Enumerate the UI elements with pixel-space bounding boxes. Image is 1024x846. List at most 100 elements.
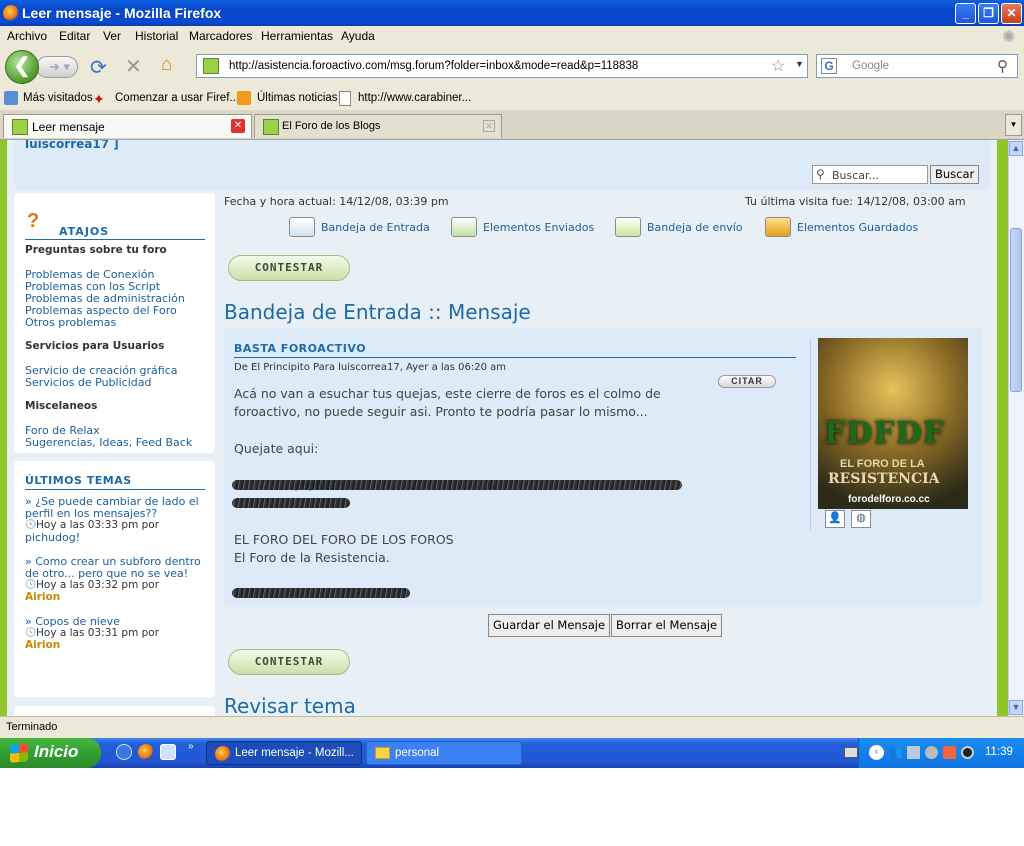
tab-leer-mensaje[interactable]: Leer mensaje ✕: [3, 114, 252, 138]
menu-ver[interactable]: Ver: [103, 29, 121, 43]
back-button[interactable]: ❮: [5, 50, 39, 84]
menu-historial[interactable]: Historial: [135, 29, 178, 43]
ultimos-title: ÚLTIMOS TEMAS: [25, 474, 132, 487]
sent-icon[interactable]: [451, 217, 477, 237]
taskbar-item-firefox[interactable]: Leer mensaje - Mozill...: [206, 741, 362, 765]
stop-icon[interactable]: ✕: [125, 54, 142, 79]
scroll-up-icon[interactable]: ▲: [1009, 141, 1023, 156]
status-text: Terminado: [6, 721, 58, 733]
inbox-icon[interactable]: [289, 217, 315, 237]
divider: [234, 357, 796, 358]
topic-user[interactable]: Airion: [25, 639, 60, 651]
start-button[interactable]: Inicio: [0, 738, 101, 768]
star-bookmark-icon[interactable]: ☆: [771, 56, 785, 76]
firefox-quicklaunch-icon[interactable]: [138, 744, 154, 760]
atajos-panel: ? ATAJOS Preguntas sobre tu foro Problem…: [14, 193, 215, 453]
title-bar: Leer mensaje - Mozilla Firefox _ ❐ ✕: [0, 0, 1024, 26]
message-line: Quejate aqui:: [234, 441, 319, 456]
forum-search-button[interactable]: Buscar: [930, 165, 980, 184]
message-meta: De El Principito Para luiscorrea17, Ayer…: [234, 362, 507, 373]
tab-foro-blogs[interactable]: El Foro de los Blogs ✕: [254, 114, 502, 138]
minimize-button[interactable]: _: [955, 3, 976, 24]
scroll-down-icon[interactable]: ▼: [1009, 700, 1023, 715]
avatar: FDFDF EL FORO DE LA RESISTENCIA forodelf…: [818, 338, 968, 509]
search-bar[interactable]: G Google ⚲: [816, 54, 1018, 78]
link-otros-problemas[interactable]: Otros problemas: [25, 316, 116, 329]
atajos-icon: ?: [27, 210, 40, 232]
tray-expand-icon[interactable]: ‹: [869, 745, 884, 760]
network-tray-icon[interactable]: [907, 746, 920, 759]
folder-saved[interactable]: Elementos Guardados: [797, 221, 918, 234]
search-icon: ⚲: [816, 167, 825, 181]
folder-inbox[interactable]: Bandeja de Entrada: [321, 221, 430, 234]
forward-button[interactable]: ➜ ▾: [36, 56, 78, 78]
menu-ayuda[interactable]: Ayuda: [341, 29, 375, 43]
section-preguntas: Preguntas sobre tu foro: [25, 244, 167, 256]
tab-list-icon[interactable]: ▼: [1005, 114, 1022, 136]
bookmark-comenzar[interactable]: Comenzar a usar Firef...: [115, 92, 239, 104]
forum-search-input[interactable]: ⚲ Buscar...: [812, 165, 928, 184]
redaction-scribble: [232, 498, 350, 508]
message-panel: BASTA FOROACTIVO De El Principito Para l…: [224, 328, 983, 607]
bookmark-carabiner[interactable]: http://www.carabiner...: [358, 92, 471, 104]
close-button[interactable]: ✕: [1001, 3, 1022, 24]
tray-icon[interactable]: [961, 746, 974, 759]
tab-close-icon[interactable]: ✕: [483, 120, 495, 132]
url-dropdown-icon[interactable]: ▼: [795, 59, 804, 69]
clock-icon: 🕓: [25, 579, 37, 589]
profile-icon[interactable]: 👤: [825, 510, 845, 528]
section-miscelaneos: Miscelaneos: [25, 400, 98, 412]
google-icon[interactable]: G: [821, 58, 837, 74]
link-publicidad[interactable]: Servicios de Publicidad: [25, 376, 151, 389]
delete-message-button[interactable]: Borrar el Mensaje: [611, 614, 723, 637]
menu-editar[interactable]: Editar: [59, 29, 90, 43]
tab-label: Leer mensaje: [32, 120, 105, 134]
maximize-button[interactable]: ❐: [978, 3, 999, 24]
quicklaunch-more-icon[interactable]: »: [188, 741, 194, 752]
ie-icon[interactable]: [116, 744, 132, 760]
tray-icon[interactable]: [943, 746, 956, 759]
ultimos-temas-panel: ÚLTIMOS TEMAS » ¿Se puede cambiar de lad…: [14, 461, 215, 697]
search-input[interactable]: Google: [852, 60, 889, 72]
menu-herramientas[interactable]: Herramientas: [261, 29, 333, 43]
folder-sent[interactable]: Elementos Enviados: [483, 221, 594, 234]
most-visited-icon: [4, 91, 18, 105]
last-visit: Tu última visita fue: 14/12/08, 03:00 am: [745, 195, 966, 208]
taskbar-item-personal[interactable]: personal: [366, 741, 522, 765]
scrollbar-thumb[interactable]: [1010, 228, 1022, 392]
reply-button-bottom[interactable]: CONTESTAR: [228, 649, 350, 675]
menu-marcadores[interactable]: Marcadores: [189, 29, 252, 43]
website-icon[interactable]: ◍: [851, 510, 871, 528]
folder-outbox[interactable]: Bandeja de envío: [647, 221, 743, 234]
message-line: foroactivo, no puede seguir asi. Pronto …: [234, 404, 648, 419]
url-text[interactable]: http://asistencia.foroactivo.com/msg.for…: [229, 60, 638, 72]
start-label: Inicio: [34, 742, 79, 761]
save-message-button[interactable]: Guardar el Mensaje: [488, 614, 611, 637]
home-icon[interactable]: ⌂: [161, 54, 172, 76]
topic-user[interactable]: pichudog!: [25, 531, 80, 544]
redaction-scribble: [232, 588, 410, 598]
tray-icon[interactable]: [925, 746, 938, 759]
vertical-scrollbar[interactable]: [1008, 140, 1024, 716]
bookmark-mas-visitados[interactable]: Más visitados: [23, 92, 93, 104]
quote-button[interactable]: CITAR: [718, 375, 776, 388]
section-servicios: Servicios para Usuarios: [25, 340, 165, 352]
reload-icon[interactable]: ⟳: [90, 55, 107, 80]
url-bar[interactable]: http://asistencia.foroactivo.com/msg.for…: [196, 54, 808, 78]
topic-user[interactable]: Airion: [25, 591, 60, 603]
users-tray-icon[interactable]: 👥: [889, 746, 903, 759]
keyboard-icon[interactable]: [844, 747, 858, 758]
menu-bar: Archivo Editar Ver Historial Marcadores …: [0, 26, 1024, 48]
show-desktop-icon[interactable]: [160, 744, 176, 760]
menu-archivo[interactable]: Archivo: [7, 29, 47, 43]
tab-close-icon[interactable]: ✕: [231, 119, 245, 133]
saved-icon[interactable]: [765, 217, 791, 237]
bookmark-ultimas-noticias[interactable]: Últimas noticias: [257, 92, 338, 104]
link-sugerencias[interactable]: Sugerencias, Ideas, Feed Back: [25, 436, 192, 449]
folder-icon: [375, 747, 390, 759]
topic-time: Hoy a las 03:31 pm por: [36, 627, 160, 639]
outbox-icon[interactable]: [615, 217, 641, 237]
firefox-icon: [3, 5, 19, 21]
magnifier-icon[interactable]: ⚲: [997, 57, 1008, 75]
reply-button-top[interactable]: CONTESTAR: [228, 255, 350, 281]
